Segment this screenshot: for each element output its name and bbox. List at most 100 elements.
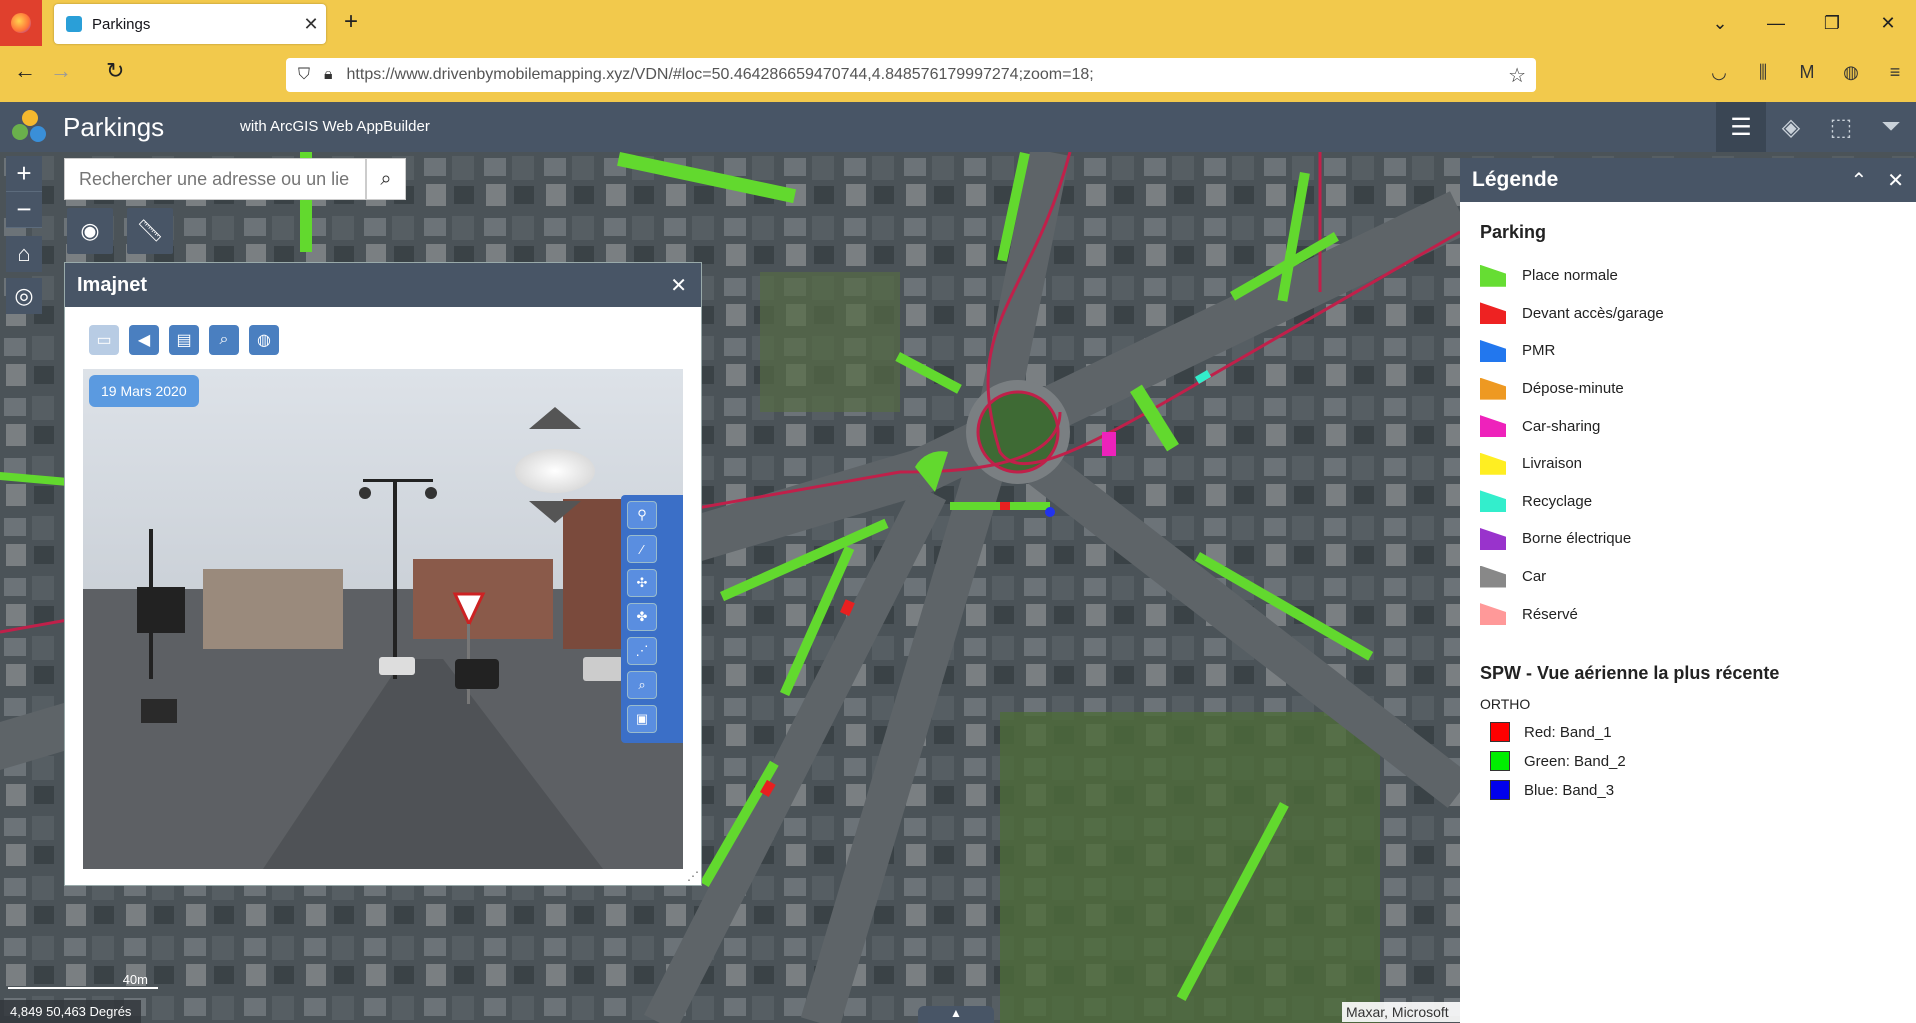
street-view-toolbar: ⚲ ∕ ✣ ✤ ⋰ ⌕ ▣ xyxy=(621,495,683,743)
panel-expand-icon[interactable]: ▲ xyxy=(918,1006,994,1023)
resize-grip-icon[interactable]: ⋰ xyxy=(687,869,699,883)
sv-zoom-icon[interactable]: ⌕ xyxy=(627,671,657,699)
firefox-menu-button[interactable] xyxy=(0,0,42,46)
search-input[interactable] xyxy=(65,159,365,199)
url-text[interactable]: https://www.drivenbymobilemapping.xyz/VD… xyxy=(347,66,1509,84)
legend-item: Recyclage xyxy=(1480,483,1896,521)
app-title: Parkings xyxy=(63,112,165,142)
band-label: Green: Band_2 xyxy=(1524,752,1626,770)
legend-item: Car-sharing xyxy=(1480,407,1896,445)
legend-item-label: Borne électrique xyxy=(1522,530,1632,548)
legend-swatch xyxy=(1480,415,1506,438)
extension-badge-icon[interactable]: ◍ xyxy=(1840,62,1862,83)
sv-camera-icon[interactable]: ▣ xyxy=(627,705,657,733)
extension-bar-icon[interactable]: ⫼ xyxy=(1752,62,1774,83)
band-item: Blue: Band_3 xyxy=(1480,776,1896,805)
band-label: Red: Band_1 xyxy=(1524,723,1612,741)
legend-list-icon[interactable]: ☰ xyxy=(1716,102,1766,152)
sv-pin-icon[interactable]: ⚲ xyxy=(627,501,657,529)
bookmark-star-icon[interactable]: ☆ xyxy=(1508,63,1526,88)
browser-tab[interactable]: Parkings ✕ xyxy=(54,4,326,44)
forward-icon[interactable]: → xyxy=(50,58,72,84)
band-label: Blue: Band_3 xyxy=(1524,781,1615,799)
legend-sublabel: ORTHO xyxy=(1480,695,1531,712)
app-logo-icon xyxy=(12,110,48,144)
legend-item-label: Réservé xyxy=(1522,605,1578,623)
measure-ruler-icon[interactable]: 📏︎ xyxy=(127,208,173,254)
legend-section-title: Parking xyxy=(1480,222,1547,242)
back-icon[interactable]: ← xyxy=(14,58,36,84)
filter-icon[interactable]: ⏷ xyxy=(1866,102,1916,152)
band-item: Red: Band_1 xyxy=(1480,718,1896,747)
legend-section-title: SPW - Vue aérienne la plus récente xyxy=(1480,662,1780,683)
legend-item: Place normale xyxy=(1480,257,1896,295)
layers-icon[interactable]: ◈ xyxy=(1766,102,1816,152)
sv-path-icon[interactable]: ⋰ xyxy=(627,637,657,665)
legend-close-icon[interactable]: ✕ xyxy=(1887,168,1904,193)
imajnet-panel: Imajnet ✕ ▭ ◀ ▤ ⌕ ◍ 19 Mars 2020 ⚲ ∕ ✣ ✤… xyxy=(64,262,702,886)
tab-title: Parkings xyxy=(92,15,151,33)
home-icon[interactable]: ⌂ xyxy=(6,236,42,272)
firefox-icon xyxy=(11,13,31,33)
url-bar[interactable]: ⛉ 🔒︎ https://www.drivenbymobilemapping.x… xyxy=(286,58,1536,92)
band-swatch xyxy=(1490,722,1510,743)
view-direction-disc[interactable] xyxy=(515,449,595,493)
map-controls: + − ⌂ ◎ xyxy=(6,156,42,314)
imajnet-video-icon[interactable]: ▭ xyxy=(89,325,119,355)
legend-swatch xyxy=(1480,603,1506,626)
shield-icon[interactable]: ⛉ xyxy=(298,66,310,84)
imajnet-megaphone-icon[interactable]: ◀ xyxy=(129,325,159,355)
legend-item-label: Livraison xyxy=(1522,455,1583,473)
legend-panel: Légende ⌃ ✕ Parking Place normale Devant … xyxy=(1460,158,1916,1023)
street-view-image[interactable]: 19 Mars 2020 ⚲ ∕ ✣ ✤ ⋰ ⌕ ▣ xyxy=(83,369,683,869)
imajnet-clipboard-icon[interactable]: ▤ xyxy=(169,325,199,355)
imajnet-zoom-icon[interactable]: ⌕ xyxy=(209,325,239,355)
imajnet-close-icon[interactable]: ✕ xyxy=(670,273,687,298)
locate-icon[interactable]: ◎ xyxy=(6,278,42,314)
search-box xyxy=(64,158,366,200)
lock-icon[interactable]: 🔒︎ xyxy=(324,66,333,84)
legend-swatch xyxy=(1480,264,1506,287)
move-forward-icon[interactable] xyxy=(529,407,581,429)
restore-icon[interactable]: ❐ xyxy=(1804,13,1860,34)
street-scene xyxy=(83,479,683,869)
zoom-out-button[interactable]: − xyxy=(6,192,42,228)
band-swatch xyxy=(1490,751,1510,772)
imajnet-globe-icon[interactable]: ◍ xyxy=(249,325,279,355)
app-header: Parkings with ArcGIS Web AppBuilder ☰ ◈ … xyxy=(0,102,1916,152)
legend-item: Borne électrique xyxy=(1480,520,1896,558)
minimize-icon[interactable]: — xyxy=(1748,13,1804,34)
move-backward-icon[interactable] xyxy=(529,501,581,523)
sv-satellite-icon[interactable]: ✣ xyxy=(627,569,657,597)
select-icon[interactable]: ⬚ xyxy=(1816,102,1866,152)
tab-close-icon[interactable]: ✕ xyxy=(296,14,326,35)
legend-swatch xyxy=(1480,527,1506,550)
legend-item-label: PMR xyxy=(1522,342,1556,360)
close-window-icon[interactable]: ✕ xyxy=(1860,13,1916,34)
zoom-in-button[interactable]: + xyxy=(6,156,42,192)
map-attribution: Maxar, Microsoft xyxy=(1342,1002,1460,1022)
date-badge[interactable]: 19 Mars 2020 xyxy=(89,375,199,407)
hamburger-menu-icon[interactable]: ≡ xyxy=(1884,62,1906,83)
search-icon[interactable]: ⌕ xyxy=(366,158,406,200)
legend-item: Réservé xyxy=(1480,595,1896,633)
collapse-icon[interactable]: ⌃ xyxy=(1850,168,1867,193)
legend-item-label: Car xyxy=(1522,568,1547,586)
sv-satellite-measure-icon[interactable]: ✤ xyxy=(627,603,657,631)
imajnet-tool-icon[interactable]: ◉ xyxy=(67,208,113,254)
legend-item-label: Devant accès/garage xyxy=(1522,304,1664,322)
legend-swatch xyxy=(1480,302,1506,325)
legend-item: Livraison xyxy=(1480,445,1896,483)
reload-icon[interactable]: ↻ xyxy=(106,58,124,84)
sv-ruler-icon[interactable]: ∕ xyxy=(627,535,657,563)
tab-list-icon[interactable]: ⌄ xyxy=(1692,13,1748,34)
legend-swatch xyxy=(1480,377,1506,400)
legend-swatch xyxy=(1480,339,1506,362)
extension-m-icon[interactable]: M xyxy=(1796,62,1818,83)
legend-item: Devant accès/garage xyxy=(1480,295,1896,333)
tab-favicon-icon xyxy=(66,16,82,32)
band-swatch xyxy=(1490,780,1510,801)
new-tab-icon[interactable]: + xyxy=(344,8,358,36)
app-subtitle: with ArcGIS Web AppBuilder xyxy=(240,118,430,135)
pocket-icon[interactable]: ◡ xyxy=(1708,62,1730,83)
